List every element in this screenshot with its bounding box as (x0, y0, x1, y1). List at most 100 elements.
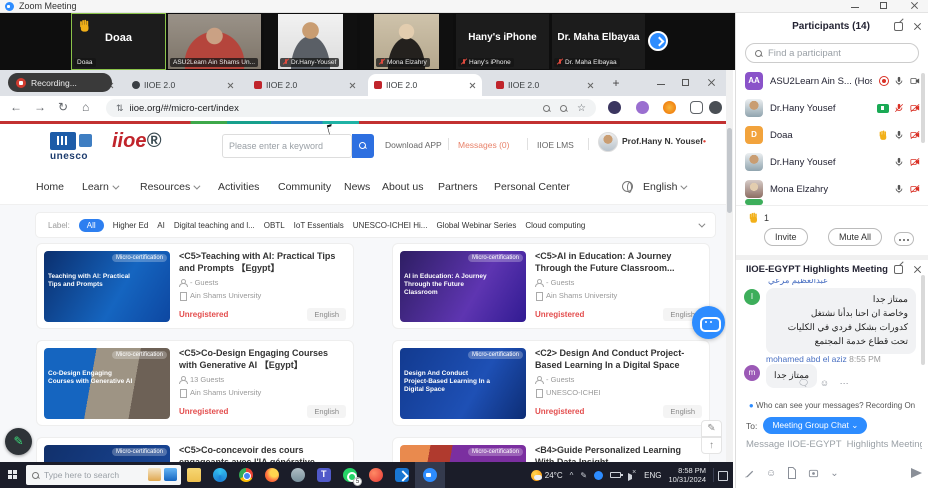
app-icon[interactable] (164, 468, 177, 481)
browser-tab[interactable]: IIOE 2.0 (126, 74, 240, 96)
zoom-taskbar-icon[interactable] (415, 462, 445, 488)
messages-link[interactable]: Messages (0) (458, 140, 510, 150)
volume-muted-icon[interactable] (628, 471, 637, 479)
hidden-icons-chevron[interactable]: ^ (570, 471, 574, 480)
camera-icon[interactable] (909, 76, 921, 86)
camera-off-icon[interactable] (909, 184, 921, 194)
extension-icon[interactable] (608, 101, 621, 114)
chat-message[interactable]: ممتاز جدا وخاصة ان احنا بدأنا نشتغل كدور… (766, 288, 916, 354)
back-icon[interactable]: ← (10, 100, 22, 114)
iioe-lms-link[interactable]: IIOE LMS (537, 140, 574, 150)
course-card[interactable]: Micro-certification AI in Education: A J… (392, 243, 710, 329)
whatsapp-icon[interactable]: 5 (337, 462, 363, 488)
browser-maximize-button[interactable] (680, 77, 694, 89)
action-center-icon[interactable] (713, 468, 727, 482)
mute-all-button[interactable]: Mute All (828, 228, 882, 246)
site-info-icon[interactable]: ⇅ (116, 103, 124, 114)
maximize-button[interactable] (878, 0, 892, 12)
video-tile-doaa[interactable]: Doaa Doaa (72, 14, 165, 69)
chevron-down-icon[interactable] (698, 220, 705, 227)
participant-row[interactable]: Mona Elzahry (745, 177, 921, 201)
nav-learn[interactable]: Learn (82, 181, 117, 193)
user-avatar[interactable] (598, 132, 618, 152)
invite-button[interactable]: Invite (764, 228, 808, 246)
chat-scrollbar[interactable] (921, 275, 925, 365)
camera-off-icon[interactable] (909, 157, 921, 167)
course-title[interactable]: <C5>Teaching with AI: Practical Tips and… (179, 251, 346, 274)
reload-icon[interactable]: ↻ (58, 100, 68, 114)
zoom-annotation-button[interactable]: ✎ (5, 428, 32, 455)
nav-partners[interactable]: Partners (438, 181, 478, 193)
journal-icon[interactable] (148, 468, 161, 481)
mic-icon[interactable] (894, 184, 904, 194)
course-title[interactable]: <C5>AI in Education: A Journey Through t… (535, 251, 702, 274)
close-participants-icon[interactable] (913, 22, 922, 31)
home-icon[interactable]: ⌂ (82, 100, 89, 114)
course-card[interactable]: Micro-certification Co-Design Engaging C… (36, 340, 354, 426)
filter-all[interactable]: All (79, 219, 104, 232)
format-icon[interactable] (744, 468, 755, 479)
search-this-page-icon[interactable] (560, 105, 567, 112)
photos-icon[interactable] (389, 462, 415, 488)
filter-digital-teaching[interactable]: Digital teaching and l... (174, 221, 255, 230)
file-icon[interactable] (787, 467, 797, 479)
bookmark-star-icon[interactable]: ☆ (577, 103, 586, 114)
video-tile-mona[interactable]: Mona Elzahry (360, 14, 453, 69)
close-button[interactable] (908, 0, 922, 12)
nav-resources[interactable]: Resources (140, 181, 198, 193)
download-app-link[interactable]: Download APP (385, 140, 442, 150)
nav-activities[interactable]: Activities (218, 181, 259, 193)
site-search-input[interactable] (223, 135, 351, 157)
extension-icon[interactable] (636, 101, 649, 114)
filter-global-webinar[interactable]: Global Webinar Series (436, 221, 516, 230)
keyboard-language[interactable]: ENG (644, 471, 661, 480)
participant-search-input[interactable] (768, 48, 898, 59)
mic-icon[interactable] (894, 157, 904, 167)
video-tile-dr-hany[interactable]: Dr.Hany-Yousef (264, 14, 357, 69)
more-compose-icon[interactable]: ⌄ (830, 468, 838, 479)
participant-row[interactable]: AA ASU2Learn Ain S... (Host, me) (745, 69, 921, 93)
course-title[interactable]: <C2> Design And Conduct Project-Based Le… (535, 348, 702, 371)
course-card[interactable]: Micro-certification <B4>Guide Personaliz… (392, 437, 710, 462)
zoom-recording-indicator[interactable]: Recording... (8, 73, 112, 92)
chatbot-floating-button[interactable] (692, 306, 725, 339)
video-tile-dr-maha[interactable]: Dr. Maha Elbayaa Dr. Maha Elbayaa (552, 14, 645, 69)
iioe-logo[interactable]: iioe® (112, 130, 161, 153)
browser-tab[interactable]: IIOE 2.0 (248, 74, 362, 96)
filter-unesco-ichei[interactable]: UNESCO-ICHEI Hi... (353, 221, 428, 230)
opera-icon[interactable] (363, 462, 389, 488)
forward-icon[interactable]: → (34, 100, 46, 114)
camera-off-icon[interactable] (909, 103, 921, 113)
close-chat-icon[interactable] (913, 265, 922, 274)
mic-icon[interactable] (894, 76, 904, 86)
feedback-pencil-button[interactable]: ✎ (701, 420, 722, 437)
start-button[interactable] (0, 462, 26, 488)
message-actions[interactable]: 🗨 ☺ ⋯ (798, 378, 853, 389)
video-tile-hanys-iphone[interactable]: Hany's iPhone Hany's iPhone (456, 14, 549, 69)
new-tab-button[interactable]: + (610, 78, 622, 90)
extension-icon[interactable] (663, 101, 676, 114)
course-title[interactable]: <C5>Co-Design Engaging Courses with Gene… (179, 348, 346, 371)
close-tab-icon[interactable] (587, 82, 594, 89)
teams-icon[interactable] (311, 462, 337, 488)
site-search-box[interactable] (222, 134, 352, 158)
nav-about-us[interactable]: About us (382, 181, 423, 193)
emoji-icon[interactable]: ☺ (766, 468, 776, 479)
file-explorer-icon[interactable] (181, 462, 207, 488)
app-icon[interactable] (285, 462, 311, 488)
participant-row[interactable]: Dr.Hany Yousef (745, 96, 921, 120)
video-tile-asu2learn[interactable]: ASU2Learn Ain Shams Un... (168, 14, 261, 69)
send-message-icon[interactable] (911, 468, 922, 478)
url-field[interactable]: ⇅ iioe.org/#/micro-cert/index ☆ (106, 99, 596, 117)
browser-tab-active[interactable]: IIOE 2.0 (368, 74, 482, 96)
nav-community[interactable]: Community (278, 181, 331, 193)
browser-minimize-button[interactable] (655, 77, 669, 89)
back-to-top-button[interactable]: ↑ (701, 437, 722, 454)
bluetooth-tray-icon[interactable] (594, 471, 603, 480)
weather-widget[interactable]: 24°C (531, 470, 563, 481)
chat-popout-icon[interactable] (894, 265, 903, 274)
site-search-button[interactable] (352, 134, 374, 158)
course-title[interactable]: <B4>Guide Personalized Learning With Dat… (535, 445, 702, 462)
profile-avatar[interactable] (709, 101, 722, 114)
firefox-icon[interactable] (259, 462, 285, 488)
